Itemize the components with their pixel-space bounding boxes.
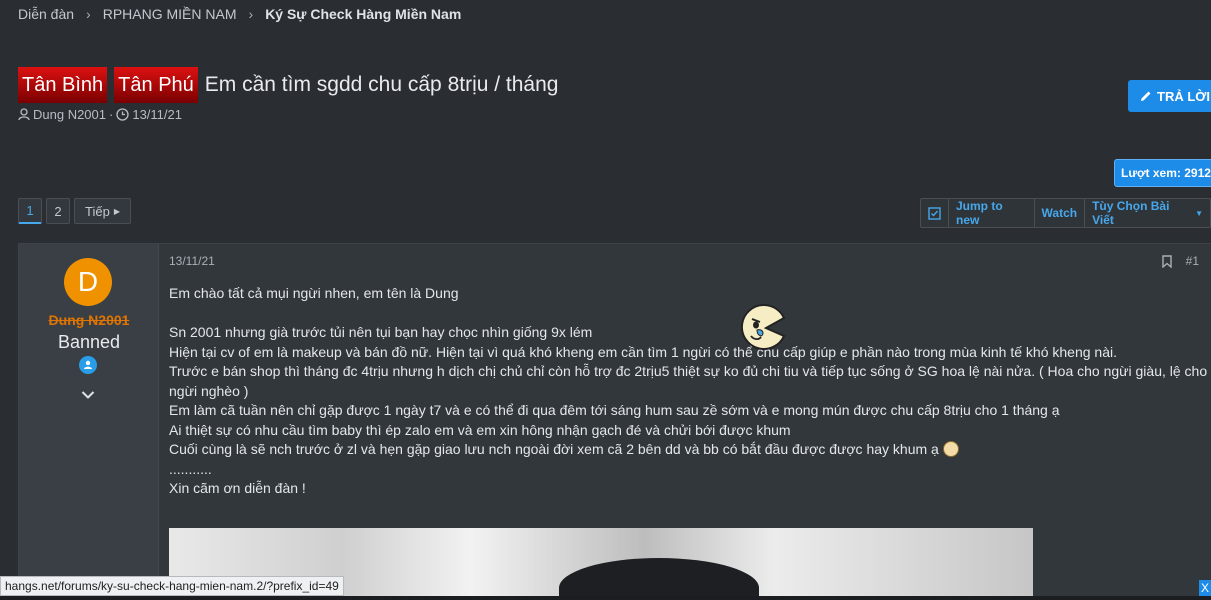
- thread-toolbar: Jump to new Watch Tùy Chọn Bài Viết ▼: [920, 198, 1211, 228]
- checkbox-icon: [928, 206, 941, 220]
- page-title: Tân Bình Tân Phú Em cần tìm sgdd chu cấp…: [18, 67, 558, 103]
- post-line: Hiện tại cv of em là makeup và bán đồ nữ…: [169, 343, 1117, 360]
- thread-meta: Dung N2001 · 13/11/21: [18, 107, 182, 122]
- page-2-link[interactable]: 2: [46, 198, 70, 224]
- post-line: Em làm cã tuần nên chỉ gặp được 1 ngày t…: [169, 402, 1060, 418]
- post-body: Em chào tất cả mụi ngừi nhen, em tên là …: [169, 284, 1209, 499]
- chevron-right-icon: ›: [248, 6, 254, 22]
- watch-button[interactable]: Watch: [1035, 199, 1086, 227]
- status-bar-url: hangs.net/forums/ky-su-check-hang-mien-n…: [0, 576, 344, 596]
- user-title: Banned: [57, 332, 121, 352]
- thread-title: Em cần tìm sgdd chu cấp 8trịu / tháng: [204, 73, 559, 96]
- bookmark-icon[interactable]: [1161, 254, 1172, 268]
- next-page-button[interactable]: Tiếp ▶: [74, 198, 131, 224]
- thread-date[interactable]: 13/11/21: [132, 107, 182, 122]
- thread-author[interactable]: Dung N2001: [33, 107, 106, 122]
- pacman-emoji-icon: [740, 303, 786, 350]
- post-content: 13/11/21 #1 Em chào tất cả mụi ngừi nhen…: [169, 254, 1209, 600]
- thread-options-dropdown[interactable]: Tùy Chọn Bài Viết ▼: [1085, 199, 1210, 227]
- post-line: Em chào tất cả mụi ngừi nhen, em tên là …: [169, 285, 459, 301]
- caret-down-icon: ▼: [1195, 208, 1203, 218]
- prefix-label-tan-binh[interactable]: Tân Bình: [18, 67, 108, 103]
- breadcrumb-item-forum[interactable]: Diễn đàn: [18, 6, 74, 22]
- clock-icon: [116, 108, 129, 121]
- breadcrumb-item-subforum[interactable]: Ký Sự Check Hàng Miền Nam: [265, 6, 461, 22]
- select-checkbox-button[interactable]: [921, 199, 949, 227]
- post-message: D Dung N2001 Banned 13/11/21 #1 Em chào …: [18, 243, 1211, 600]
- post-line: [169, 304, 1209, 324]
- post-date[interactable]: 13/11/21: [169, 254, 1209, 268]
- post-line: ...........: [169, 460, 212, 477]
- user-icon: [18, 108, 30, 121]
- meta-separator: ·: [109, 107, 114, 122]
- post-line: Trước e bán shop thì tháng đc 4trịu nhưn…: [169, 363, 1208, 379]
- view-count-badge: Lượt xem: 2912: [1114, 159, 1211, 187]
- breadcrumb-item-category[interactable]: RPHANG MIỀN NAM: [103, 6, 237, 22]
- post-line: Sn 2001 nhưng già trước tủi nên tụi bạn …: [169, 324, 593, 340]
- post-line: ngừi nghèo ): [169, 382, 249, 399]
- caret-right-icon: ▶: [113, 206, 120, 216]
- pencil-icon: [1141, 91, 1151, 101]
- chevron-down-icon[interactable]: [81, 387, 95, 405]
- post-number[interactable]: #1: [1186, 254, 1199, 268]
- post-line: Cuối cùng là sẽ nch trước ở zl và hẹn gặ…: [169, 440, 1209, 460]
- reply-label: TRẢ LỜI: [1157, 88, 1210, 104]
- user-badge-icon: [79, 356, 97, 374]
- post-username[interactable]: Dung N2001: [19, 312, 159, 328]
- jump-to-new-button[interactable]: Jump to new: [949, 199, 1035, 227]
- close-icon[interactable]: X: [1199, 580, 1211, 596]
- image-figure-shape: [559, 558, 759, 600]
- breadcrumb: Diễn đàn › RPHANG MIỀN NAM › Ký Sự Check…: [18, 6, 461, 22]
- post-user-panel: D Dung N2001 Banned: [19, 244, 159, 600]
- next-label: Tiếp: [85, 203, 110, 219]
- avatar[interactable]: D: [64, 258, 112, 306]
- prefix-label-tan-phu[interactable]: Tân Phú: [114, 67, 198, 103]
- post-line: Ai thiệt sự có nhu cầu tìm baby thì ép z…: [169, 421, 791, 438]
- reply-button[interactable]: TRẢ LỜI: [1128, 80, 1211, 112]
- page-1-link[interactable]: 1: [18, 198, 42, 224]
- chevron-right-icon: ›: [86, 6, 91, 22]
- post-line: Xin cãm ơn diễn đàn !: [169, 480, 306, 496]
- post-number-area: #1: [1161, 254, 1199, 268]
- bottom-bar: [0, 596, 1211, 600]
- pagination: 1 2 Tiếp ▶: [18, 198, 135, 224]
- cookie-face-icon: [942, 441, 959, 457]
- options-label: Tùy Chọn Bài Viết: [1092, 199, 1170, 227]
